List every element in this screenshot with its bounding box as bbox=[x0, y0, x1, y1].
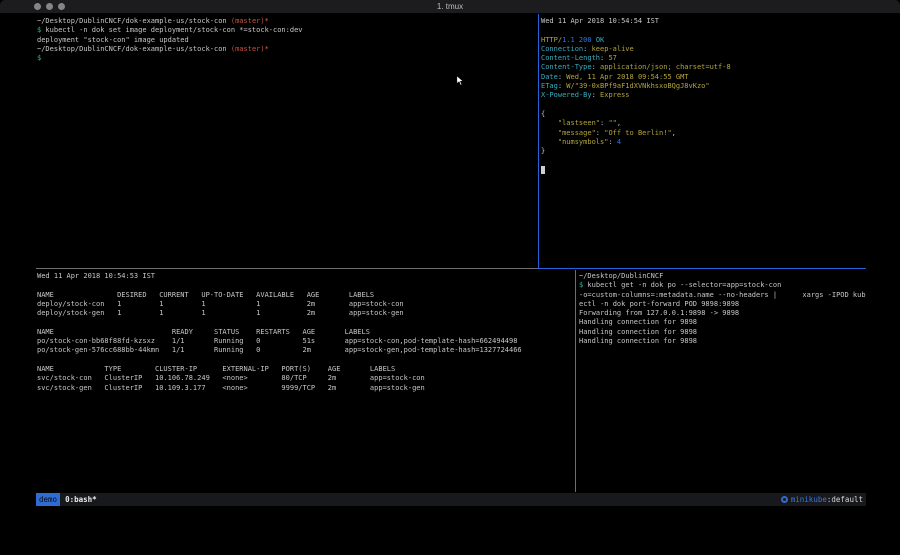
terminal-line: $ kubectl get -n dok po --selector=app=s… bbox=[579, 281, 866, 290]
terminal-line: ETag: W/"39-0xBPf9aF1dXVNkhsxoBQgJ8vKzo" bbox=[541, 82, 866, 91]
terminal-line: Content-Length: 57 bbox=[541, 54, 866, 63]
terminal-line: po/stock-con-bb68f88fd-kzsxz 1/1 Running… bbox=[37, 337, 574, 346]
terminal-line: NAME TYPE CLUSTER-IP EXTERNAL-IP PORT(S)… bbox=[37, 365, 574, 374]
terminal-line: Handling connection for 9898 bbox=[579, 318, 866, 327]
terminal-line bbox=[541, 101, 866, 110]
window-title: 1. tmux bbox=[0, 0, 900, 13]
terminal-line bbox=[541, 26, 866, 35]
tmux-pane-bottom-right[interactable]: ~/Desktop/DublinCNCF$ kubectl get -n dok… bbox=[579, 272, 866, 491]
terminal-line: NAME READY STATUS RESTARTS AGE LABELS bbox=[37, 328, 574, 337]
terminal-line: Connection: keep-alive bbox=[541, 45, 866, 54]
terminal-line bbox=[37, 281, 574, 290]
session-name-badge: demo bbox=[36, 493, 60, 506]
tmux-pane-top-left[interactable]: ~/Desktop/DublinCNCF/dok-example-us/stoc… bbox=[37, 17, 536, 267]
terminal-line: ectl -n dok port-forward POD 9898:9898 bbox=[579, 300, 866, 309]
pane-border-horizontal-left[interactable] bbox=[36, 268, 538, 269]
terminal-line: "numsymbols": 4 bbox=[541, 138, 866, 147]
terminal-line: Forwarding from 127.0.0.1:9898 -> 9898 bbox=[579, 309, 866, 318]
terminal-line: deploy/stock-gen 1 1 1 1 2m app=stock-ge… bbox=[37, 309, 574, 318]
terminal-line: Content-Type: application/json; charset=… bbox=[541, 63, 866, 72]
terminal-line: svc/stock-con ClusterIP 10.106.78.249 <n… bbox=[37, 374, 574, 383]
kubernetes-icon bbox=[781, 496, 788, 503]
terminal-line: HTTP/1.1 200 OK bbox=[541, 36, 866, 45]
window-titlebar: 1. tmux bbox=[0, 0, 900, 13]
window-tab-bash[interactable]: 0:bash* bbox=[65, 495, 97, 504]
terminal-line bbox=[541, 166, 866, 175]
terminal-line: } bbox=[541, 147, 866, 156]
mouse-pointer-icon bbox=[456, 75, 464, 86]
terminal-line: $ bbox=[37, 54, 536, 63]
terminal-line bbox=[541, 156, 866, 165]
terminal-line: po/stock-gen-576cc688bb-44kmn 1/1 Runnin… bbox=[37, 346, 574, 355]
kube-context: minikube bbox=[791, 495, 827, 504]
terminal-line: ~/Desktop/DublinCNCF bbox=[579, 272, 866, 281]
tmux-pane-bottom-left[interactable]: Wed 11 Apr 2018 10:54:53 IST NAME DESIRE… bbox=[37, 272, 574, 491]
kube-namespace: :default bbox=[827, 495, 863, 504]
pane-border-vertical-top[interactable] bbox=[538, 14, 539, 268]
terminal-line: $ kubectl -n dok set image deployment/st… bbox=[37, 26, 536, 35]
terminal-line: deployment "stock-con" image updated bbox=[37, 36, 536, 45]
terminal-line: ~/Desktop/DublinCNCF/dok-example-us/stoc… bbox=[37, 45, 536, 54]
terminal-line: Wed 11 Apr 2018 10:54:54 IST bbox=[541, 17, 866, 26]
terminal-line: "lastseen": "", bbox=[541, 119, 866, 128]
pane-border-vertical-bottom[interactable] bbox=[575, 270, 576, 492]
tmux-pane-top-right[interactable]: Wed 11 Apr 2018 10:54:54 IST HTTP/1.1 20… bbox=[541, 17, 866, 267]
pane-border-horizontal-right[interactable] bbox=[538, 268, 866, 269]
status-right: minikube :default bbox=[781, 495, 866, 504]
terminal-line: Date: Wed, 11 Apr 2018 09:54:55 GMT bbox=[541, 73, 866, 82]
terminal-line: -o=custom-columns=:metadata.name --no-he… bbox=[579, 291, 866, 300]
screen: { "window": { "title": "1. tmux" }, "col… bbox=[0, 0, 900, 555]
terminal-line: { bbox=[541, 110, 866, 119]
tmux-status-bar: demo 0:bash* minikube :default bbox=[36, 493, 866, 506]
terminal-line: deploy/stock-con 1 1 1 1 2m app=stock-co… bbox=[37, 300, 574, 309]
terminal-line bbox=[37, 356, 574, 365]
terminal-line: NAME DESIRED CURRENT UP-TO-DATE AVAILABL… bbox=[37, 291, 574, 300]
terminal-line: "message": "Off to Berlin!", bbox=[541, 129, 866, 138]
terminal-line: Handling connection for 9898 bbox=[579, 328, 866, 337]
terminal-line: X-Powered-By: Express bbox=[541, 91, 866, 100]
terminal-line: svc/stock-gen ClusterIP 10.109.3.177 <no… bbox=[37, 384, 574, 393]
status-left: demo 0:bash* bbox=[36, 493, 97, 506]
terminal-line: ~/Desktop/DublinCNCF/dok-example-us/stoc… bbox=[37, 17, 536, 26]
terminal-line: Wed 11 Apr 2018 10:54:53 IST bbox=[37, 272, 574, 281]
terminal-line: Handling connection for 9898 bbox=[579, 337, 866, 346]
terminal-line bbox=[37, 318, 574, 327]
